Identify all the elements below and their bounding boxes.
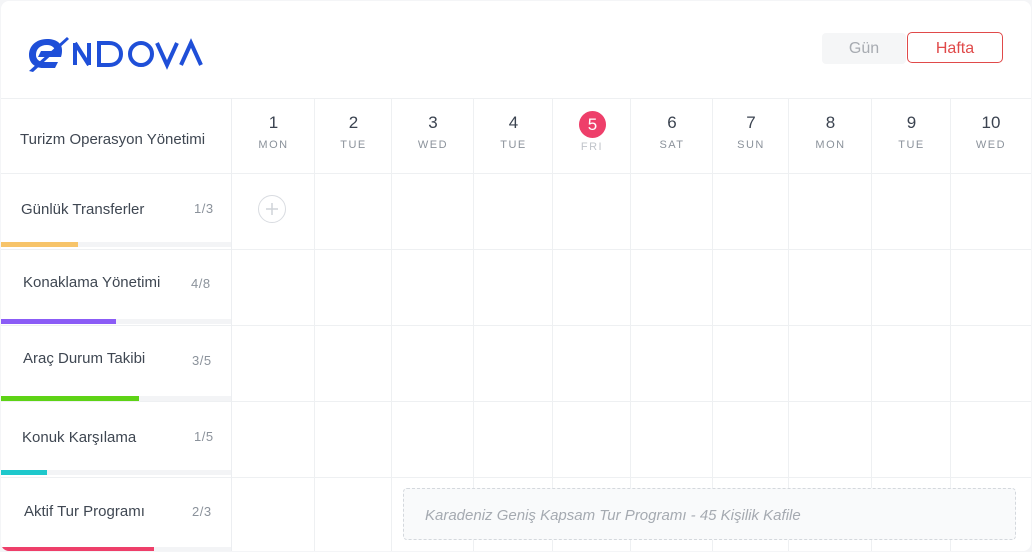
day-number: 9 xyxy=(906,113,917,132)
sidebar-row-count: 2/3 xyxy=(192,504,212,519)
event-title: Karadeniz Geniş Kapsam Tur Programı - 45… xyxy=(425,507,801,524)
day-header-5[interactable]: 5 FRI xyxy=(553,98,631,173)
day-name: TUE xyxy=(500,139,527,151)
day-header-7[interactable]: 7 SUN xyxy=(713,98,789,173)
day-number: 1 xyxy=(268,113,279,132)
add-event-button[interactable] xyxy=(258,195,286,223)
progress-track xyxy=(1,319,231,324)
day-number: 7 xyxy=(746,113,756,132)
progress-track xyxy=(1,470,231,475)
day-name: WED xyxy=(417,139,449,151)
day-header-10[interactable]: 10 WED xyxy=(951,98,1031,173)
header: Gün Hafta xyxy=(1,1,1031,98)
day-name: SUN xyxy=(737,139,765,151)
event-block[interactable]: Karadeniz Geniş Kapsam Tur Programı - 45… xyxy=(403,488,1016,540)
day-number: 8 xyxy=(825,113,836,132)
sidebar-divider xyxy=(231,98,232,551)
day-name: TUE xyxy=(340,139,367,151)
sidebar-row-count: 4/8 xyxy=(191,276,211,291)
today-date-badge: 5 xyxy=(579,111,606,138)
day-view-button[interactable]: Gün xyxy=(822,33,906,64)
day-header-3[interactable]: 3 WED xyxy=(392,98,474,173)
day-header-6[interactable]: 6 SAT xyxy=(631,98,713,173)
endova-logo xyxy=(29,37,203,72)
progress-fill xyxy=(1,470,47,475)
day-name: FRI xyxy=(580,141,604,153)
sidebar-row[interactable]: Aktif Tur Programı 2/3 xyxy=(1,477,231,551)
day-name: TUE xyxy=(898,139,925,151)
day-number: 6 xyxy=(667,113,677,132)
sidebar-row-count: 1/5 xyxy=(194,429,214,444)
day-name: MON xyxy=(258,139,289,151)
day-header-1[interactable]: 1 MON xyxy=(232,98,315,173)
day-header-9[interactable]: 9 TUE xyxy=(872,98,951,173)
progress-track xyxy=(1,242,231,247)
sidebar-row-label: Günlük Transferler xyxy=(21,201,145,218)
week-view-button[interactable]: Hafta xyxy=(907,32,1003,63)
sidebar-row-label: Aktif Tur Programı xyxy=(24,503,145,520)
progress-track xyxy=(1,547,231,551)
day-header-4[interactable]: 4 TUE xyxy=(474,98,553,173)
sidebar-row-count: 1/3 xyxy=(194,201,214,216)
day-number: 4 xyxy=(508,113,519,132)
day-number: 10 xyxy=(981,113,1001,132)
day-number: 2 xyxy=(348,113,359,132)
sidebar-row-count: 3/5 xyxy=(192,353,212,368)
day-name: SAT xyxy=(659,139,685,151)
day-name: WED xyxy=(975,139,1007,151)
sidebar-row-label: Konuk Karşılama xyxy=(22,429,137,446)
sidebar-row[interactable]: Günlük Transferler 1/3 xyxy=(1,173,231,249)
day-header-8[interactable]: 8 MON xyxy=(789,98,872,173)
progress-fill xyxy=(1,242,78,247)
sidebar-title: Turizm Operasyon Yönetimi xyxy=(20,131,206,148)
day-number: 3 xyxy=(428,113,438,132)
sidebar-row-label: Konaklama Yönetimi xyxy=(23,274,161,291)
day-name: MON xyxy=(815,139,846,151)
progress-fill xyxy=(1,547,154,551)
sidebar-row[interactable]: Konaklama Yönetimi 4/8 xyxy=(1,249,231,325)
sidebar-row-label: Araç Durum Takibi xyxy=(23,350,146,367)
plus-icon xyxy=(266,203,278,215)
sidebar-row[interactable]: Konuk Karşılama 1/5 xyxy=(1,401,231,477)
sidebar-row[interactable]: Araç Durum Takibi 3/5 xyxy=(1,325,231,401)
calendar-card: Gün Hafta Turizm Operasyon Yönetimi 1 MON… xyxy=(1,1,1031,551)
day-header-2[interactable]: 2 TUE xyxy=(315,98,392,173)
progress-fill xyxy=(1,319,116,324)
